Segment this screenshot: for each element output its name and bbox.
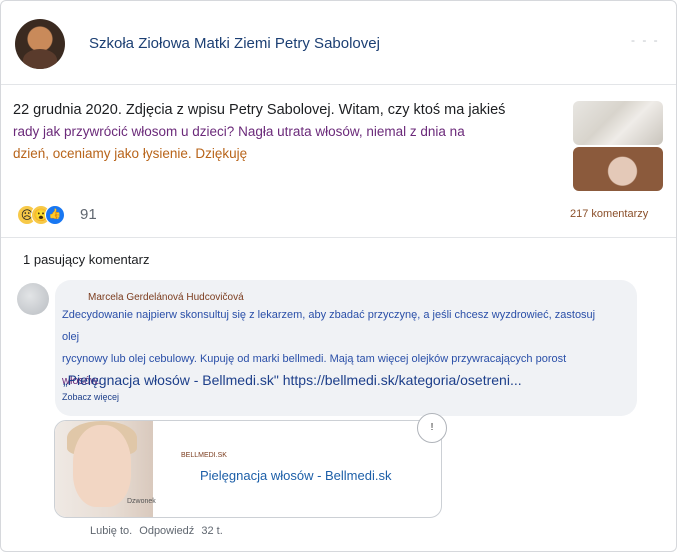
preview-face-shape xyxy=(73,425,131,507)
post-text-line: dzień, oceniamy jako łysienie. Dziękuję xyxy=(13,146,248,161)
preview-image-caption: Dzwonek xyxy=(127,498,156,505)
preview-title[interactable]: Pielęgnacja włosów - Bellmedi.sk xyxy=(200,468,391,483)
more-options-icon[interactable]: - - - xyxy=(631,33,660,47)
preview-domain: BELLMEDI.SK xyxy=(181,452,227,459)
comment-author[interactable]: Marcela Gerdelánová Hudcovičová xyxy=(88,292,244,303)
comment-time[interactable]: 32 t. xyxy=(201,525,222,537)
page-name-link[interactable]: Szkoła Ziołowa Matki Ziemi Petry Sabolov… xyxy=(89,35,380,52)
comment-link[interactable]: „Pielęgnacja włosów - Bellmedi.sk" https… xyxy=(63,372,522,388)
see-more-link[interactable]: Zobacz więcej xyxy=(62,392,119,402)
comment-body-line: rycynowy lub olej cebulowy. Kupuję od ma… xyxy=(62,353,567,365)
divider xyxy=(1,237,676,238)
page-avatar[interactable] xyxy=(15,19,65,69)
post-text: 22 grudnia 2020. Zdjęcia z wpisu Petry S… xyxy=(13,99,533,165)
info-icon[interactable]: ! xyxy=(417,413,447,443)
link-preview-image: Dzwonek xyxy=(55,421,156,517)
commenter-avatar[interactable] xyxy=(17,283,49,315)
post-text-line: 22 grudnia 2020. Zdjęcia z wpisu Petry S… xyxy=(13,102,506,118)
reaction-count[interactable]: 91 xyxy=(80,206,97,223)
post-text-line: rady jak przywrócić włosom u dzieci? Nag… xyxy=(13,124,465,139)
link-preview-card[interactable]: Dzwonek BELLMEDI.SK Pielęgnacja włosów -… xyxy=(54,420,442,518)
divider xyxy=(1,84,676,85)
matching-comments-label: 1 pasujący komentarz xyxy=(23,252,150,267)
comment-body-line: Zdecydowanie najpierw skonsultuj się z l… xyxy=(62,309,596,343)
like-reaction-icon: 👍 xyxy=(45,205,65,225)
like-button[interactable]: Lubię to. xyxy=(90,525,132,537)
post-card: Szkoła Ziołowa Matki Ziemi Petry Sabolov… xyxy=(0,0,677,552)
post-photo-1[interactable] xyxy=(573,101,663,145)
comment-count-link[interactable]: 217 komentarzy xyxy=(570,208,648,220)
reply-button[interactable]: Odpowiedź xyxy=(139,525,194,537)
post-photo-2[interactable] xyxy=(573,147,663,191)
comment-actions: Lubię to. Odpowiedź 32 t. xyxy=(90,525,227,537)
